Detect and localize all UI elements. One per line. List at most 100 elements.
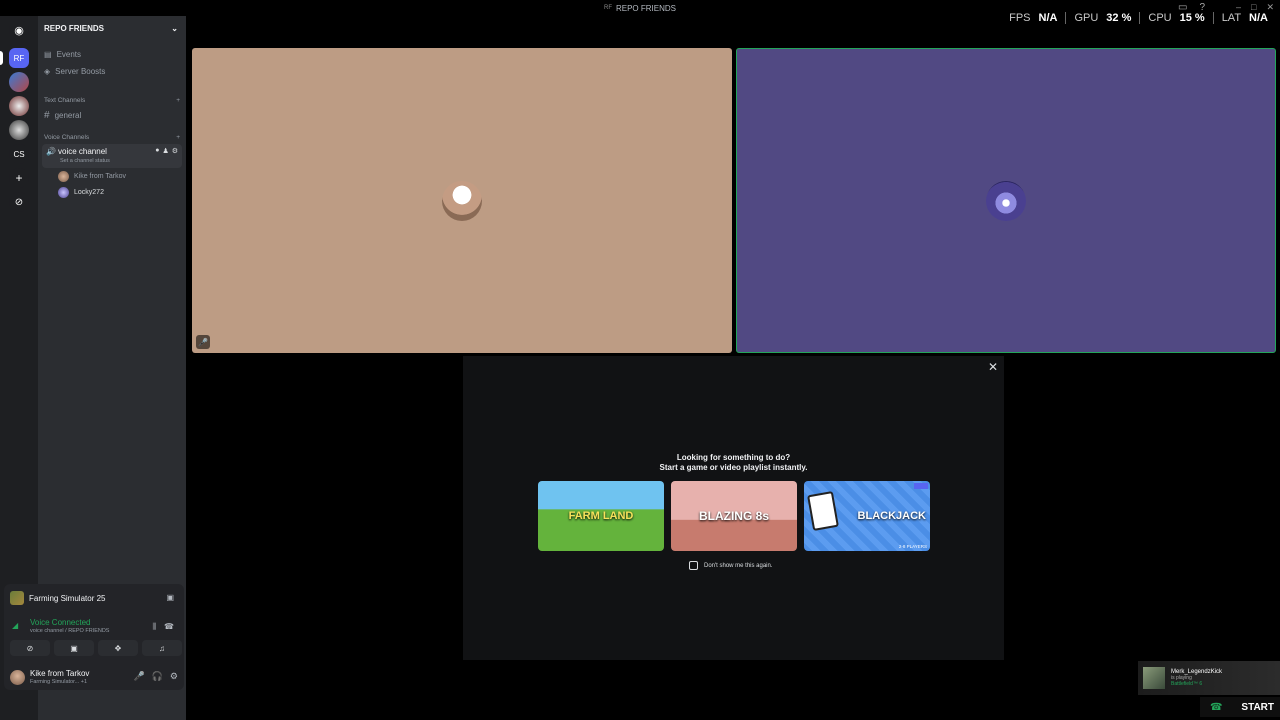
start-label: START [1241, 701, 1274, 713]
gpu-label: GPU [1074, 12, 1099, 24]
category-label: Voice Channels [44, 134, 90, 141]
voice-channel-actions: ● ♟ ⚙ [155, 147, 178, 155]
divider [1065, 12, 1067, 24]
headphones-icon[interactable]: 🎧 [152, 671, 163, 682]
activity-card-blackjack[interactable]: BLACKJACK 2-8 PLAYERS [804, 481, 930, 551]
voice-connected-label: Voice Connected [30, 618, 91, 627]
cpu-label: CPU [1148, 12, 1172, 24]
chat-icon[interactable]: ● [155, 147, 159, 155]
soundboard-button[interactable]: ♫ [142, 640, 182, 656]
notification-avatar [1143, 667, 1165, 689]
activity-card-farmland[interactable]: FARM LAND [538, 481, 664, 551]
activity-title: FARM LAND [568, 510, 634, 522]
voice-status[interactable]: Voice Connected voice channel / REPO FRI… [30, 618, 109, 634]
participant-avatar [442, 180, 482, 221]
gear-icon[interactable]: ⚙ [170, 671, 178, 682]
camera-off-icon: ⊘ [26, 643, 34, 653]
member-name: Kike from Tarkov [74, 173, 126, 180]
user-controls: 🎤 🎧 ⚙ [133, 671, 178, 682]
start-button[interactable]: ☎ START [1200, 697, 1280, 717]
divider [1139, 12, 1141, 24]
fps-label: FPS [1009, 12, 1031, 24]
activity-title: BLAZING 8s [698, 509, 769, 523]
mic-muted-icon[interactable]: 🎤 [133, 671, 144, 682]
game-name: Farming Simulator 25 [29, 593, 106, 603]
voice-channel-label: voice channel [58, 147, 107, 156]
screen-share-icon: ▣ [70, 643, 78, 653]
channel-label: general [54, 111, 82, 120]
notification-text: Merk_LegendzKick is playing Battlefield™… [1171, 669, 1222, 687]
text-channels-category[interactable]: Text Channels + [44, 97, 180, 104]
lat-label: LAT [1221, 12, 1242, 24]
voice-channels-category[interactable]: Voice Channels + [44, 134, 180, 141]
user-avatar[interactable] [10, 670, 25, 685]
server-name: REPO FRIENDS [44, 23, 105, 33]
activities-icon: ✥ [114, 643, 122, 653]
channel-general[interactable]: # general [44, 110, 81, 121]
voice-member[interactable]: Locky272 [58, 187, 104, 198]
voice-location: voice channel / REPO FRIENDS [30, 628, 110, 634]
game-icon [10, 591, 24, 605]
server-cs-icon[interactable]: CS [9, 144, 29, 164]
video-tile[interactable]: 🎤 [192, 48, 732, 353]
gpu-value: 32 % [1106, 12, 1132, 24]
lat-value: N/A [1249, 12, 1268, 24]
activity-heading: Looking for something to do? [676, 453, 791, 462]
invite-icon[interactable]: ♟ [162, 147, 168, 155]
disconnect-icon[interactable]: ☎ [164, 622, 174, 631]
server-icon[interactable] [9, 72, 29, 92]
boost-icon: ◈ [44, 67, 51, 76]
performance-overlay: FPS N/A GPU 32 % CPU 15 % LAT N/A [1009, 12, 1268, 24]
user-bar: Kike from Tarkov Farming Simulator... +1… [4, 664, 184, 690]
activities-button[interactable]: ✥ [98, 640, 138, 656]
camera-button[interactable]: ⊘ [10, 640, 50, 656]
events-item[interactable]: ▤ Events [44, 50, 81, 59]
member-name: Locky272 [74, 189, 104, 196]
discord-home-icon[interactable]: ◉ [9, 20, 29, 40]
muted-mic-icon: 🎤 [196, 335, 210, 349]
activity-card-blazing8s[interactable]: BLAZING 8s [671, 481, 797, 551]
video-tile-speaking[interactable] [736, 48, 1276, 353]
server-rf-icon[interactable]: RF [9, 48, 29, 68]
hash-icon: # [44, 110, 50, 121]
participant-avatar [986, 180, 1026, 221]
selected-server-pill [0, 51, 3, 65]
divider [1212, 12, 1214, 24]
events-label: Events [56, 50, 82, 59]
add-channel-icon[interactable]: + [176, 97, 180, 104]
fps-value: N/A [1038, 12, 1058, 24]
checkbox[interactable] [689, 561, 698, 570]
window-title: RF REPO FRIENDS [604, 4, 676, 13]
voice-channel-item[interactable]: 🔊 voice channel Set a channel status ● ♟… [42, 144, 182, 168]
server-icon[interactable] [9, 96, 29, 116]
server-icon[interactable] [9, 120, 29, 140]
avatar [58, 187, 69, 198]
server-boosts-item[interactable]: ◈ Server Boosts [44, 67, 105, 76]
voice-member[interactable]: Kike from Tarkov [58, 171, 126, 182]
close-icon[interactable]: ✕ [988, 360, 998, 374]
activity-subheading: Start a game or video playlist instantly… [659, 463, 808, 472]
current-game[interactable]: Farming Simulator 25 [10, 591, 105, 605]
gear-icon[interactable]: ⚙ [172, 147, 178, 155]
dont-show-checkbox[interactable]: Don't show me this again. [689, 561, 773, 570]
channel-status-label[interactable]: Set a channel status [60, 158, 110, 164]
activity-suggestions-panel: ✕ Looking for something to do? Start a g… [463, 356, 1004, 660]
discover-icon[interactable]: ⊘ [9, 192, 29, 212]
noise-suppression-icon[interactable]: ⫼ [152, 622, 156, 632]
notification-game: Battlefield™ 6 [1171, 681, 1203, 687]
add-channel-icon[interactable]: + [176, 134, 180, 141]
voice-buttons: ⊘ ▣ ✥ ♫ [10, 640, 182, 656]
add-server-icon[interactable]: + [9, 168, 29, 188]
server-header[interactable]: REPO FRIENDS ⌄ [38, 16, 186, 40]
user-panel: Farming Simulator 25 ▣ ◢ Voice Connected… [4, 584, 184, 690]
stream-icon[interactable]: ▣ [166, 593, 174, 602]
screen-share-button[interactable]: ▣ [54, 640, 94, 656]
category-label: Text Channels [44, 97, 86, 104]
server-mini-icon: RF [603, 5, 612, 11]
players-label: 2-8 PLAYERS [898, 544, 927, 549]
speaker-icon: 🔊 [46, 147, 56, 156]
checkbox-label: Don't show me this again. [704, 562, 773, 569]
avatar [58, 171, 69, 182]
window-title-text: REPO FRIENDS [615, 3, 676, 13]
game-notification[interactable]: Merk_LegendzKick is playing Battlefield™… [1138, 661, 1280, 695]
